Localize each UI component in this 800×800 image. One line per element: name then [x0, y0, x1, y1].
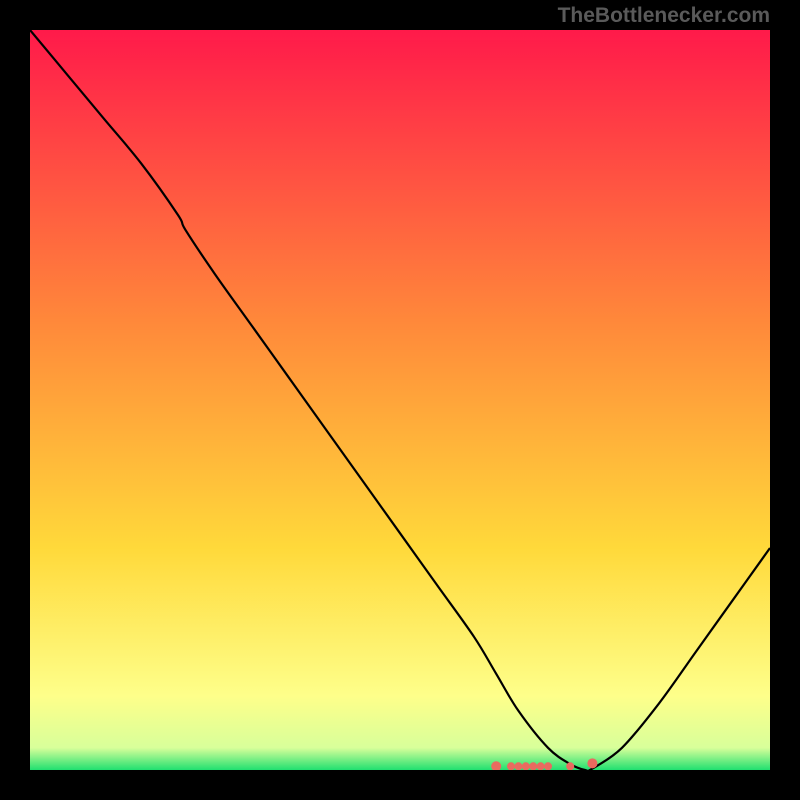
marker-point — [514, 762, 522, 770]
marker-point — [544, 762, 552, 770]
marker-point — [522, 762, 530, 770]
marker-point — [587, 758, 597, 768]
marker-point — [566, 762, 574, 770]
chart-plot-area — [30, 30, 770, 770]
marker-point — [537, 762, 545, 770]
watermark-text: TheBottlenecker.com — [558, 4, 770, 28]
chart-background — [30, 30, 770, 770]
marker-point — [507, 762, 515, 770]
chart-svg — [30, 30, 770, 770]
marker-point — [529, 762, 537, 770]
